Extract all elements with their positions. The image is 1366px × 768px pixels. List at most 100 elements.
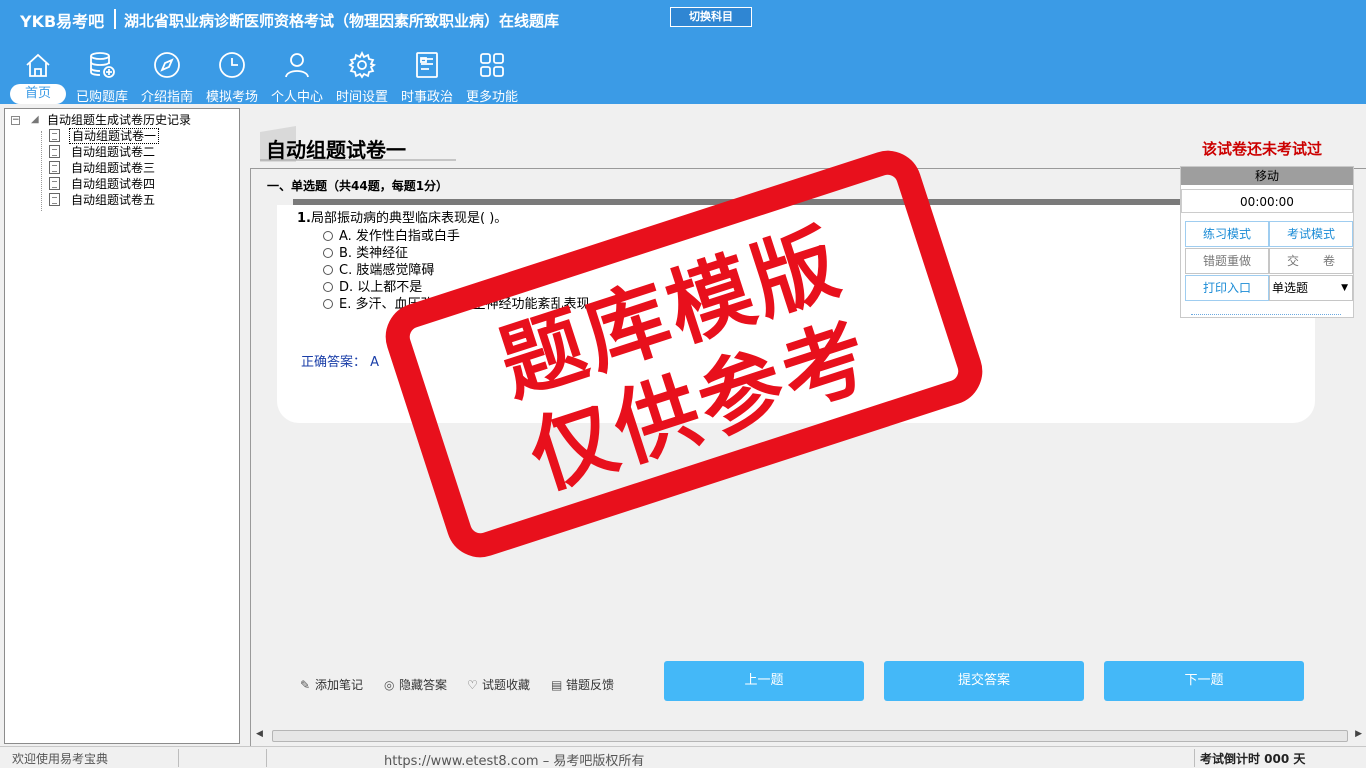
nav-profile[interactable]: 个人中心 [265, 44, 329, 105]
section-title: 一、单选题（共44题，每题1分） [267, 179, 449, 193]
document-icon [49, 145, 60, 158]
scroll-left-icon[interactable]: ◀ [256, 729, 263, 739]
nav-current-affairs-label: 时事政治 [400, 90, 453, 105]
panel-drag-handle[interactable]: 移动 [1181, 167, 1353, 185]
question-number: 1. [297, 211, 311, 226]
redo-wrong-button[interactable]: 错题重做 [1185, 248, 1269, 274]
option-a[interactable]: A. 发作性白指或白手 [323, 225, 460, 244]
practice-mode-button[interactable]: 练习模式 [1185, 221, 1269, 247]
next-question-button[interactable]: 下一题 [1104, 661, 1304, 701]
tree-connector [41, 131, 42, 211]
exam-countdown: 考试倒计时 000 天 [1200, 752, 1306, 766]
triangle-icon: ◢ [31, 114, 39, 125]
collapse-icon[interactable]: − [11, 116, 20, 125]
tree-item-label: 自动组题试卷五 [71, 193, 156, 207]
status-divider [1194, 749, 1195, 767]
nav-purchased-label: 已购题库 [75, 90, 128, 105]
question-type-select[interactable]: 单选题 ▼ [1269, 275, 1353, 301]
answer-value: A [370, 355, 380, 370]
answer-label: 正确答案： [301, 355, 367, 370]
header-bar: YKB易考吧 湖北省职业病诊断医师资格考试（物理因素所致职业病）在线题库 切换科… [0, 0, 1366, 105]
favorite-link[interactable]: ♡ 试题收藏 [467, 676, 530, 693]
grid-icon [480, 53, 504, 77]
scroll-thumb[interactable] [272, 730, 1348, 742]
tree-root-label: 自动组题生成试卷历史记录 [47, 113, 192, 127]
hide-answer-link[interactable]: ◎ 隐藏答案 [384, 676, 447, 693]
nav-profile-label: 个人中心 [270, 90, 323, 105]
document-icon [49, 161, 60, 174]
exam-mode-button[interactable]: 考试模式 [1269, 221, 1353, 247]
nav-guide[interactable]: 介绍指南 [135, 44, 199, 105]
option-d[interactable]: D. 以上都不是 [323, 276, 422, 295]
tool-label: 添加笔记 [315, 678, 364, 692]
nav-guide-label: 介绍指南 [140, 90, 193, 105]
nav-time-settings-label: 时间设置 [335, 90, 388, 105]
document-icon [49, 129, 60, 142]
nav-home[interactable]: 首页 [6, 44, 70, 104]
feedback-icon: ▤ [551, 678, 563, 692]
heart-icon: ♡ [467, 678, 478, 692]
clock-icon [219, 52, 245, 78]
app-title: 湖北省职业病诊断医师资格考试（物理因素所致职业病）在线题库 [124, 12, 560, 30]
switch-subject-button[interactable]: 切换科目 [670, 7, 752, 27]
add-note-link[interactable]: ✎ 添加笔记 [300, 676, 363, 693]
nav-current-affairs[interactable]: 时事政治 [395, 44, 459, 105]
eye-icon: ◎ [384, 678, 395, 692]
document-icon [49, 193, 60, 206]
document-icon [49, 177, 60, 190]
option-b[interactable]: B. 类神经征 [323, 242, 408, 261]
nav-time-settings[interactable]: 时间设置 [330, 44, 394, 105]
hand-in-button[interactable]: 交 卷 [1269, 248, 1353, 274]
radio-button[interactable] [323, 248, 333, 258]
question-type-value: 单选题 [1272, 281, 1309, 295]
app-window: YKB易考吧 湖北省职业病诊断医师资格考试（物理因素所致职业病）在线题库 切换科… [0, 0, 1366, 768]
tool-label: 隐藏答案 [399, 678, 448, 692]
exam-control-panel: 移动 00:00:00 练习模式 考试模式 错题重做 交 卷 打印入口 单选题 … [1180, 166, 1354, 318]
tree-item-label: 自动组题试卷三 [71, 161, 156, 175]
home-icon [26, 53, 50, 77]
question-text: 局部振动病的典型临床表现是( )。 [310, 211, 508, 226]
tool-label: 错题反馈 [566, 678, 615, 692]
status-bar: 欢迎使用易考宝典 https://www.etest8.com – 易考吧版权所… [0, 746, 1366, 768]
status-divider [178, 749, 179, 767]
question-stem: 1.局部振动病的典型临床表现是( )。 [297, 207, 507, 226]
gear-icon [348, 50, 377, 79]
tool-label: 试题收藏 [482, 678, 531, 692]
nav-mock-exam-label: 模拟考场 [205, 90, 258, 105]
chevron-down-icon: ▼ [1341, 283, 1348, 293]
correct-answer: 正确答案： A [301, 351, 379, 370]
radio-button[interactable] [323, 299, 333, 309]
user-icon [285, 53, 309, 78]
exam-status-message: 该试卷还未考试过 [1201, 140, 1322, 158]
welcome-text: 欢迎使用易考宝典 [12, 752, 109, 766]
nav-more[interactable]: 更多功能 [460, 44, 524, 105]
scroll-right-icon[interactable]: ▶ [1355, 729, 1362, 739]
tree-item-label: 自动组题试卷二 [71, 145, 156, 159]
tree-item-label: 自动组题试卷一 [69, 128, 160, 144]
database-icon [90, 52, 115, 78]
horizontal-scrollbar[interactable]: ◀ ▶ [252, 728, 1366, 744]
pencil-icon: ✎ [300, 678, 311, 692]
history-tree: − ◢ 自动组题生成试卷历史记录 自动组题试卷一 自动组题试卷二 自动组题试卷三… [4, 108, 240, 744]
brand-logo: YKB易考吧 [20, 12, 105, 31]
brand-divider [114, 9, 116, 29]
nav-more-label: 更多功能 [465, 90, 518, 105]
paper-title: 自动组题试卷一 [266, 138, 406, 162]
tree-item-label: 自动组题试卷四 [71, 177, 156, 191]
prev-question-button[interactable]: 上一题 [664, 661, 864, 701]
radio-button[interactable] [323, 282, 333, 292]
nav-mock-exam[interactable]: 模拟考场 [200, 44, 264, 105]
nav-home-label: 首页 [10, 84, 66, 104]
radio-button[interactable] [323, 265, 333, 275]
nav-purchased[interactable]: 已购题库 [70, 44, 134, 105]
submit-answer-button[interactable]: 提交答案 [884, 661, 1084, 701]
report-error-link[interactable]: ▤ 错题反馈 [551, 676, 614, 693]
compass-icon [154, 52, 180, 78]
radio-button[interactable] [323, 231, 333, 241]
exam-timer: 00:00:00 [1181, 189, 1353, 213]
panel-resize-handle[interactable] [1191, 309, 1341, 315]
status-divider [266, 749, 267, 767]
copyright-text: https://www.etest8.com – 易考吧版权所有 [384, 754, 645, 768]
option-c[interactable]: C. 肢端感觉障碍 [323, 259, 434, 278]
print-button[interactable]: 打印入口 [1185, 275, 1269, 301]
